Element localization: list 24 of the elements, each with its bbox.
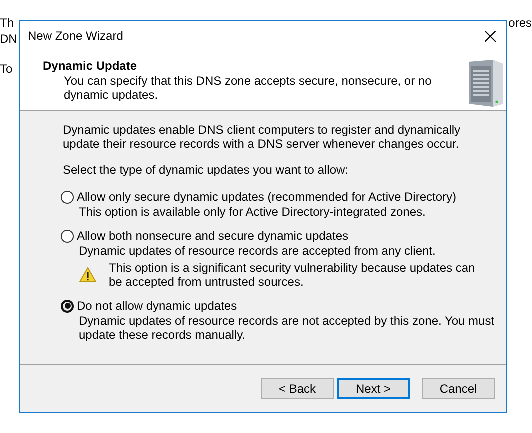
option-description: This option is available only for Active Directory-integrated zones. — [78, 205, 427, 219]
background-text: To — [0, 62, 13, 76]
background-text: Th — [0, 15, 14, 31]
radio-button[interactable] — [61, 230, 74, 242]
warning-icon — [79, 267, 97, 283]
page-title: Dynamic Update — [43, 58, 138, 74]
option-description: Dynamic updates of resource records are not accepted by this zone. You must update these records manually. — [78, 314, 496, 342]
close-icon[interactable] — [485, 30, 496, 42]
wizard-button[interactable]: < Back — [261, 378, 334, 399]
prompt-text: Select the type of dynamic updates you want to allow: — [63, 163, 350, 177]
page-subtitle: You can specify that this DNS zone accepts secure, nonsecure, or no dynamic updates. — [63, 74, 433, 102]
intro-text: Dynamic updates enable DNS client computers to register and dynamically update their resource records with a DNS server whenever changes occur. — [63, 123, 462, 151]
background-text: ores — [508, 15, 532, 31]
option-description: Dynamic updates of resource records are accepted from any client. — [78, 244, 437, 258]
option-label[interactable]: Allow only secure dynamic updates (recommended for Active Directory) — [77, 190, 456, 204]
wizard-button[interactable]: Cancel — [422, 378, 495, 399]
radio-button[interactable] — [61, 190, 74, 204]
background-text: DN — [0, 32, 18, 46]
radio-button[interactable] — [61, 300, 74, 312]
option-label[interactable]: Do not allow dynamic updates — [77, 299, 238, 313]
warning-text: This option is a significant security vulnerability because updates can be accepted from untrusted sources. — [109, 261, 476, 289]
option-label[interactable]: Allow both nonsecure and secure dynamic updates — [77, 229, 348, 243]
window-title: New Zone Wizard — [28, 28, 124, 45]
wizard-button[interactable]: Next > — [337, 378, 410, 399]
